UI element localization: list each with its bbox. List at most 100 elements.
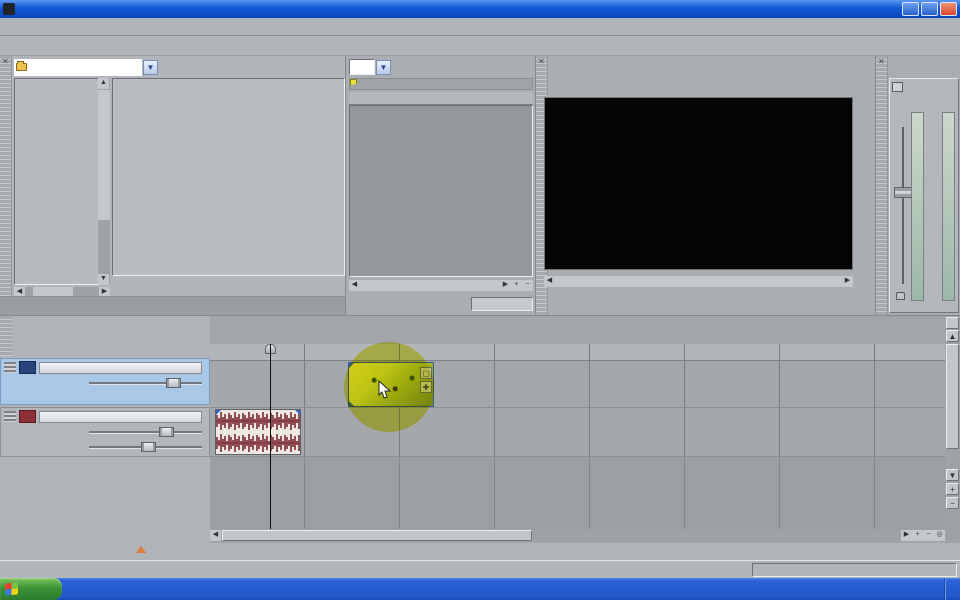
record-time-status xyxy=(752,563,957,577)
statusbar xyxy=(0,560,960,578)
scrub-marker-icon[interactable] xyxy=(136,546,146,553)
app-icon xyxy=(3,3,15,15)
event-fx-icon[interactable]: ✚ xyxy=(420,381,432,393)
slider-handle[interactable] xyxy=(166,378,181,388)
scroll-up-icon[interactable]: ▲ xyxy=(98,78,109,89)
scroll-up-icon[interactable]: ▲ xyxy=(946,330,959,342)
timeline-grip[interactable] xyxy=(0,316,12,356)
timeline-vertical-scrollbar[interactable]: ▲ ▼ + − xyxy=(945,316,960,543)
track-number[interactable] xyxy=(19,361,36,374)
playhead-line[interactable] xyxy=(270,344,271,529)
trimmer-history-combo[interactable] xyxy=(349,59,375,75)
track-grip-icon[interactable] xyxy=(4,411,16,422)
pan-slider[interactable] xyxy=(89,442,202,452)
zoom-tool-icon[interactable]: ◎ xyxy=(934,530,945,541)
trimmer-media-area[interactable] xyxy=(349,105,533,277)
close-panel-icon[interactable]: ✕ xyxy=(2,57,9,66)
scroll-right-icon[interactable]: ▶ xyxy=(842,276,853,287)
audio-event[interactable] xyxy=(215,409,301,455)
trimmer-time-display[interactable] xyxy=(471,297,533,311)
track-name-field[interactable] xyxy=(39,362,202,374)
audio-track-lane[interactable] xyxy=(210,408,945,457)
bus-buttons xyxy=(890,94,958,108)
address-dropdown-icon[interactable]: ▼ xyxy=(143,60,158,75)
track-header-video[interactable] xyxy=(0,358,210,405)
event-handle-icon[interactable] xyxy=(216,410,221,415)
close-panel-icon[interactable]: ✕ xyxy=(878,57,885,66)
empty-track-area[interactable] xyxy=(210,457,945,529)
trimmer-toolbar: ▼ xyxy=(349,58,391,76)
marker-tool-button[interactable] xyxy=(946,317,959,329)
file-list xyxy=(112,78,345,276)
zoom-out-time-icon[interactable]: − xyxy=(923,530,934,541)
slider-handle[interactable] xyxy=(141,442,156,452)
explorer-panel: ✕ ▼ ▲ ▼ ◀ ▶ xyxy=(0,56,345,315)
fader-handle[interactable] xyxy=(894,187,912,198)
master-bus xyxy=(889,78,959,313)
meter-bar-right xyxy=(942,112,955,301)
video-display xyxy=(544,97,853,270)
trimmer-ruler[interactable] xyxy=(349,92,533,105)
start-button[interactable] xyxy=(0,578,62,600)
scroll-down-icon[interactable]: ▼ xyxy=(98,274,109,285)
track-grip-icon[interactable] xyxy=(4,362,16,373)
timeline-ruler[interactable] xyxy=(210,344,945,361)
titlebar xyxy=(0,0,960,18)
scroll-left-icon[interactable]: ◀ xyxy=(349,280,360,291)
tree-vertical-scrollbar[interactable]: ▲ ▼ xyxy=(98,78,110,285)
scroll-left-icon[interactable]: ◀ xyxy=(544,276,555,287)
close-panel-icon[interactable]: ✕ xyxy=(538,57,545,66)
mixer-panel: ✕ xyxy=(875,56,960,315)
trimmer-transport xyxy=(349,295,533,312)
mixer-grip[interactable]: ✕ xyxy=(876,56,888,315)
event-handle-icon[interactable] xyxy=(349,363,354,368)
zoom-in-time-icon[interactable]: + xyxy=(912,530,923,541)
scroll-thumb[interactable] xyxy=(946,344,959,449)
track-name-field[interactable] xyxy=(39,411,202,423)
scroll-left-icon[interactable]: ◀ xyxy=(210,530,221,541)
address-combo[interactable] xyxy=(14,59,142,76)
trimmer-combo-dropdown-icon[interactable]: ▼ xyxy=(376,60,391,75)
system-tray xyxy=(945,578,960,600)
maximize-button[interactable] xyxy=(921,2,938,16)
close-button[interactable] xyxy=(940,2,957,16)
preview-scrollbar[interactable]: ◀ ▶ xyxy=(544,276,853,287)
track-header-audio[interactable] xyxy=(0,407,210,457)
timeline-horizontal-scrollbar[interactable]: ◀ ▶ + − ◎ xyxy=(210,529,945,542)
slider-handle[interactable] xyxy=(159,427,174,437)
master-meters xyxy=(911,111,955,302)
minimize-button[interactable] xyxy=(902,2,919,16)
master-fader[interactable] xyxy=(894,127,912,284)
trimmer-scrollbar[interactable]: ◀ ▶ + − xyxy=(349,280,533,291)
timeline-corner xyxy=(945,543,960,561)
folder-tree xyxy=(14,78,110,285)
video-event[interactable]: ▢ ✚ xyxy=(348,362,434,407)
scroll-thumb[interactable] xyxy=(555,276,842,287)
event-handle-icon[interactable] xyxy=(349,401,354,406)
restore-bus-icon[interactable] xyxy=(892,82,903,92)
scroll-down-icon[interactable]: ▼ xyxy=(946,469,959,481)
trimmer-media-bar xyxy=(349,78,533,90)
explorer-grip[interactable]: ✕ xyxy=(0,56,12,315)
scroll-thumb[interactable] xyxy=(222,530,532,541)
scroll-thumb[interactable] xyxy=(360,280,500,291)
bus-title-row xyxy=(890,79,958,94)
timeline-tracks-area[interactable]: ▢ ✚ ◀ ▶ + − ◎ xyxy=(210,316,945,543)
size-slider[interactable] xyxy=(89,378,202,388)
track-number[interactable] xyxy=(19,410,36,423)
scroll-right-icon[interactable]: ▶ xyxy=(901,530,912,541)
lock-fader-icon[interactable] xyxy=(896,292,905,300)
zoom-in-icon[interactable]: + xyxy=(511,280,522,291)
scroll-thumb[interactable] xyxy=(98,90,110,220)
meter-bar-left xyxy=(911,112,924,301)
meter-scale xyxy=(924,112,942,301)
zoom-in-track-icon[interactable]: + xyxy=(946,483,959,495)
zoom-out-track-icon[interactable]: − xyxy=(946,497,959,509)
vegas-pro-window: ✕ ▼ ▲ ▼ ◀ ▶ xyxy=(0,0,960,600)
video-track-lane[interactable] xyxy=(210,361,945,408)
zoom-out-icon[interactable]: − xyxy=(522,280,533,291)
event-handle-icon[interactable] xyxy=(295,410,300,415)
scroll-right-icon[interactable]: ▶ xyxy=(500,280,511,291)
volume-slider[interactable] xyxy=(89,427,202,437)
event-pan-crop-icon[interactable]: ▢ xyxy=(420,367,432,379)
